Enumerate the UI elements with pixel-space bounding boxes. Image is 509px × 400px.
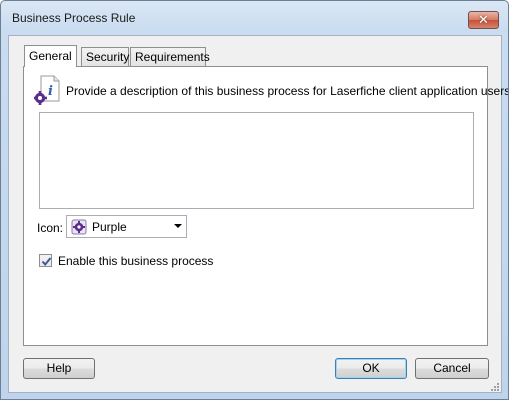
cancel-button-label: Cancel xyxy=(433,361,471,375)
icon-selected-value: Purple xyxy=(92,220,127,234)
tab-security[interactable]: Security xyxy=(81,47,129,66)
tab-requirements[interactable]: Requirements xyxy=(130,47,210,66)
enable-checkbox[interactable] xyxy=(39,254,52,267)
cancel-button[interactable]: Cancel xyxy=(415,358,489,379)
description-info-icon: i xyxy=(33,75,60,105)
help-button[interactable]: Help xyxy=(23,358,95,379)
description-prompt: Provide a description of this business p… xyxy=(66,84,509,98)
checkmark-icon xyxy=(41,257,52,267)
close-icon: ✕ xyxy=(478,12,489,27)
resize-grip-icon[interactable] xyxy=(489,380,499,391)
icon-dropdown[interactable]: Purple xyxy=(66,215,187,238)
tab-general[interactable]: General xyxy=(24,45,77,67)
general-tab-panel: i Provide a description of this business… xyxy=(23,66,508,346)
tab-label: Requirements xyxy=(135,50,210,64)
help-button-label: Help xyxy=(46,361,72,375)
tab-label: General xyxy=(29,49,72,63)
business-process-rule-dialog: Business Process Rule ✕ General Security… xyxy=(0,0,509,400)
ok-button-label: OK xyxy=(362,361,380,375)
ok-button[interactable]: OK xyxy=(335,358,407,379)
tab-label: Security xyxy=(86,50,130,64)
purple-gear-icon xyxy=(71,219,87,235)
svg-text:i: i xyxy=(48,84,53,99)
dialog-body: General Security Requirements i Provide … xyxy=(8,35,508,393)
title-bar[interactable]: Business Process Rule ✕ xyxy=(1,1,508,35)
enable-label: Enable this business process xyxy=(58,254,214,268)
description-textarea[interactable] xyxy=(39,112,474,209)
icon-label: Icon: xyxy=(37,221,64,235)
close-button[interactable]: ✕ xyxy=(468,11,499,29)
window-title: Business Process Rule xyxy=(12,11,136,25)
chevron-down-icon[interactable] xyxy=(174,224,182,228)
